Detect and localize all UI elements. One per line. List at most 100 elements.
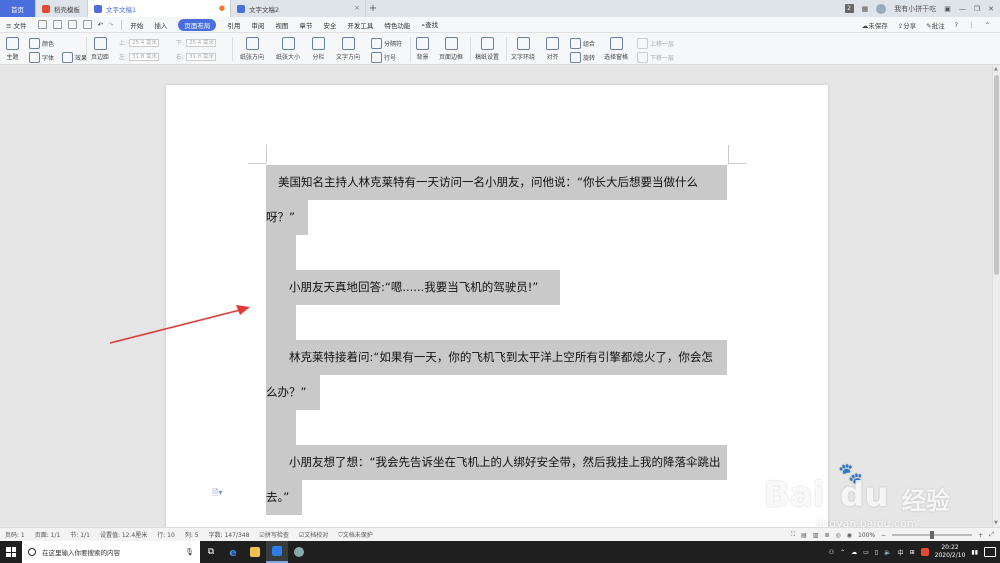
eye-icon[interactable]: ◉ <box>847 532 852 539</box>
bring-forward-button[interactable]: 上移一层 <box>637 38 674 49</box>
close-window-icon[interactable]: ✕ <box>988 5 994 13</box>
paragraph-line[interactable]: 小朋友想了想：“我会先告诉坐在飞机上的人绑好安全带，然后我挂上我的降落伞跳出 <box>266 445 727 480</box>
network-icon[interactable]: ▭ <box>863 549 869 556</box>
paper-size-button[interactable]: 纸张大小 <box>276 37 300 61</box>
app-button[interactable] <box>288 541 310 563</box>
status-word-count[interactable]: 字数: 147/348 <box>209 530 250 539</box>
columns-button[interactable]: 分栏 <box>312 37 325 61</box>
status-row[interactable]: 行: 10 <box>157 530 175 539</box>
share-button[interactable]: ⇪分享 <box>898 20 916 30</box>
print-icon[interactable] <box>67 20 77 29</box>
page-border-button[interactable]: 页面边框 <box>439 37 463 61</box>
grid-icon[interactable]: ▦ <box>862 5 869 13</box>
proofread-button[interactable]: ☑文档校对 <box>299 530 328 539</box>
bottom-margin-field[interactable]: 下: 25.4 毫米 <box>176 38 217 47</box>
scroll-up-icon[interactable]: ▲ <box>994 66 998 72</box>
color-button[interactable]: 颜色 <box>29 38 54 49</box>
background-button[interactable]: 背景 <box>416 37 429 61</box>
tab-review[interactable]: 审阅 <box>251 20 264 30</box>
zoom-slider[interactable] <box>892 531 973 539</box>
more-icon[interactable]: ⋮ <box>968 21 975 29</box>
skin-icon[interactable]: ▣ <box>944 5 951 13</box>
status-pages[interactable]: 页面: 1/1 <box>35 530 61 539</box>
web-view-icon[interactable]: ◎ <box>835 532 840 539</box>
start-button[interactable] <box>0 541 22 563</box>
ime-grid-icon[interactable]: ⊞ <box>910 549 915 556</box>
unsaved-status[interactable]: ☁未保存 <box>862 20 888 30</box>
zoom-out-icon[interactable]: − <box>881 532 886 539</box>
orientation-button[interactable]: 纸张方向 <box>240 37 264 61</box>
paragraph-line[interactable]: 去。” <box>266 480 302 515</box>
effect-button[interactable]: 效果 <box>62 52 87 63</box>
paragraph-line[interactable]: 美国知名主持人林克莱特有一天访问一名小朋友，问他说：“你长大后想要当做什么 <box>266 165 727 200</box>
close-icon[interactable]: × <box>354 4 360 12</box>
tab-doc1[interactable]: 文字文稿1 ● <box>88 0 231 17</box>
tab-chapter[interactable]: 章节 <box>299 20 312 30</box>
paper-setup-button[interactable]: 稿纸设置 <box>475 37 499 61</box>
wps-writer-button[interactable] <box>266 541 288 563</box>
file-menu[interactable]: ≡ 文件 <box>6 20 27 30</box>
status-setting-value[interactable]: 设置值: 12.4厘米 <box>100 530 147 539</box>
right-margin-input[interactable]: 31.8 毫米 <box>186 52 217 61</box>
cloud-icon[interactable]: ☁ <box>851 549 857 556</box>
new-tab-button[interactable]: + <box>366 0 380 17</box>
send-backward-button[interactable]: 下移一层 <box>637 52 674 63</box>
text-wrap-button[interactable]: 文字环绕 <box>511 37 535 61</box>
close-icon[interactable]: ● <box>219 4 225 12</box>
document-workspace[interactable]: 美国知名主持人林克莱特有一天访问一名小朋友，问他说：“你长大后想要当做什么 呀？… <box>0 65 992 527</box>
battery-icon[interactable]: ▯ <box>875 549 878 556</box>
theme-button[interactable]: 主题 <box>6 37 19 61</box>
outline-view-icon[interactable]: ≣ <box>824 532 829 539</box>
text-direction-button[interactable]: 文字方向 <box>336 37 360 61</box>
document-map-icon[interactable]: 🗎▾ <box>212 487 222 501</box>
file-explorer-button[interactable] <box>244 541 266 563</box>
status-section[interactable]: 节: 1/1 <box>70 530 90 539</box>
bottom-margin-input[interactable]: 25.4 毫米 <box>186 38 217 47</box>
chevron-up-icon[interactable]: ⌃ <box>840 549 845 556</box>
ime-indicator[interactable]: 中 <box>898 548 904 557</box>
volume-icon[interactable]: 🔈 <box>884 549 891 556</box>
maximize-icon[interactable]: ❐ <box>974 5 980 13</box>
user-name[interactable]: 我有小拼干吃 <box>894 4 936 14</box>
avatar[interactable] <box>876 3 887 14</box>
people-icon[interactable]: ⚇ <box>829 549 834 556</box>
align-button[interactable]: 对齐 <box>546 37 559 61</box>
left-margin-field[interactable]: 左: 31.8 毫米 <box>119 52 160 61</box>
tab-developer[interactable]: 开发工具 <box>347 20 373 30</box>
preview-icon[interactable] <box>82 20 92 29</box>
minimize-icon[interactable]: — <box>959 5 966 13</box>
protect-button[interactable]: ⛉文档未保护 <box>338 530 373 540</box>
margin-button[interactable]: 页边距 <box>91 37 109 61</box>
zoom-in-icon[interactable]: + <box>978 532 983 539</box>
group-button[interactable]: 组合 <box>570 38 595 49</box>
tab-references[interactable]: 引用 <box>227 20 240 30</box>
comment-button[interactable]: ✎批注 <box>926 20 944 30</box>
tab-insert[interactable]: 插入 <box>154 20 167 30</box>
microphone-icon[interactable]: 🎙 <box>185 548 194 556</box>
undo-icon[interactable]: ↶ <box>98 21 103 29</box>
status-column[interactable]: 列: 5 <box>185 530 199 539</box>
zoom-slider-knob[interactable] <box>930 531 935 539</box>
zoom-level[interactable]: 100% <box>858 532 875 539</box>
taskbar-search[interactable]: 在这里输入你要搜索的内容 🎙 <box>22 541 200 563</box>
read-mode-icon[interactable]: ▤ <box>801 532 807 539</box>
font-button[interactable]: 字体 <box>29 52 54 63</box>
notification-badge[interactable]: 2 <box>844 4 854 13</box>
line-number-button[interactable]: 行号 <box>371 52 396 63</box>
tab-security[interactable]: 安全 <box>323 20 336 30</box>
scroll-thumb[interactable] <box>994 75 999 275</box>
paragraph-line[interactable]: 小朋友天真地回答:“嗯......我要当飞机的驾驶员!” <box>266 270 560 305</box>
tab-docer[interactable]: 稻壳模板 <box>36 0 88 17</box>
right-margin-field[interactable]: 右: 31.8 毫米 <box>176 52 217 61</box>
status-page[interactable]: 页码: 1 <box>5 530 25 539</box>
save-icon[interactable] <box>37 20 47 29</box>
notification-icon[interactable] <box>984 547 996 557</box>
tab-doc2[interactable]: 文字文稿2 × <box>231 0 366 17</box>
task-view-button[interactable]: ⧉ <box>200 541 222 563</box>
spell-check-button[interactable]: ☑拼写检查 <box>259 530 288 539</box>
search-button[interactable]: ⌕查找 <box>421 19 438 30</box>
fullscreen-icon[interactable]: ⛶ <box>791 531 795 539</box>
signal-icon[interactable]: ▮▮ <box>971 549 978 556</box>
top-margin-input[interactable]: 25.4 毫米 <box>129 38 160 47</box>
page-view-icon[interactable]: ▥ <box>813 532 819 539</box>
